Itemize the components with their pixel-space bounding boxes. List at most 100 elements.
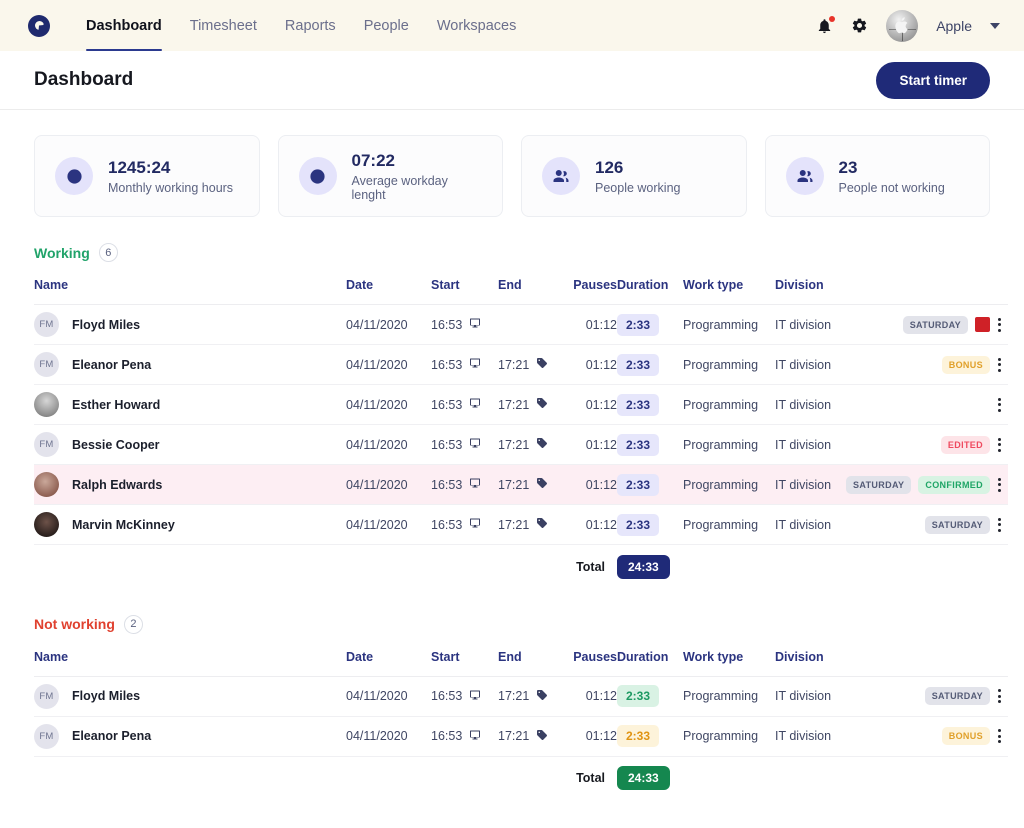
pauses-cell: 01:12 (565, 676, 617, 717)
more-options-icon[interactable] (990, 477, 1008, 492)
chevron-down-icon[interactable] (990, 22, 1000, 29)
nav-link-raports[interactable]: Raports (285, 0, 336, 51)
nav-link-people[interactable]: People (364, 0, 409, 51)
table-row[interactable]: FM Floyd Miles 04/11/2020 16:53 01:12 2:33 Pro… (34, 304, 1008, 345)
start-time: 16:53 (431, 397, 463, 412)
stat-card: 1245:24 Monthly working hours (34, 135, 260, 217)
nav-link-timesheet[interactable]: Timesheet (190, 0, 257, 51)
table-row[interactable]: Marvin McKinney 04/11/2020 16:53 17:21 01:12… (34, 504, 1008, 545)
section-count-badge: 6 (98, 243, 118, 262)
work-type-cell: Programming (683, 424, 775, 465)
row-menu-cell[interactable] (990, 464, 1008, 505)
start-timer-button[interactable]: Start timer (876, 61, 990, 99)
status-badge: EDITED (940, 435, 990, 454)
tags-cell: BONUS (885, 344, 990, 385)
end-cell: 17:21 (498, 464, 565, 505)
more-options-icon[interactable] (990, 317, 1008, 332)
row-menu-cell[interactable] (990, 424, 1008, 465)
more-options-icon[interactable] (990, 437, 1008, 452)
column-header-work-type: Work type (683, 262, 775, 305)
start-cell: 16:53 (431, 464, 498, 505)
tags-cell: EDITED (885, 424, 990, 465)
more-options-icon[interactable] (990, 397, 1008, 412)
notification-bell-icon[interactable] (816, 15, 836, 35)
table-row[interactable]: Ralph Edwards 04/11/2020 16:53 17:21 01:12 2:… (34, 464, 1008, 505)
duration-cell: 2:33 (617, 344, 683, 385)
nav-right-actions: Apple (816, 9, 1000, 42)
avatar: FM (34, 312, 59, 337)
more-options-icon[interactable] (990, 357, 1008, 372)
status-badge: CONFIRMED (918, 475, 990, 494)
tag-icon (536, 477, 548, 492)
date-cell: 04/11/2020 (346, 304, 431, 345)
table-row[interactable]: FM Eleanor Pena 04/11/2020 16:53 17:21 01:12 2… (34, 716, 1008, 757)
column-header-name: Name (34, 633, 346, 677)
column-header-name: Name (34, 262, 346, 305)
duration-pill: 2:33 (617, 433, 660, 456)
more-options-icon[interactable] (990, 729, 1008, 743)
avatar-initials: FM (39, 690, 54, 702)
name-cell: Ralph Edwards (34, 464, 346, 505)
tag-icon (536, 689, 548, 704)
avatar-initials: FM (39, 730, 54, 742)
nav-link-dashboard[interactable]: Dashboard (86, 0, 162, 51)
stat-card-label: Monthly working hours (108, 181, 234, 196)
stat-card-label: Average workday lenght (351, 174, 448, 203)
tag-icon (536, 437, 548, 452)
table-row[interactable]: Esther Howard 04/11/2020 16:53 17:21 01:12 2:… (34, 384, 1008, 425)
row-menu-cell[interactable] (990, 676, 1008, 717)
settings-gear-icon[interactable] (851, 17, 868, 34)
work-type-cell: Programming (683, 384, 775, 425)
row-menu-cell[interactable] (990, 504, 1008, 545)
avatar-initials: FM (39, 359, 54, 370)
table-row[interactable]: FM Bessie Cooper 04/11/2020 16:53 17:21 01:12… (34, 424, 1008, 465)
timesheet-table: Name Date Start End Pauses Duration Work type D… (34, 262, 1008, 589)
column-header-duration: Duration (617, 633, 683, 677)
start-time: 16:53 (431, 729, 463, 743)
date-cell: 04/11/2020 (346, 384, 431, 425)
row-menu-cell[interactable] (990, 344, 1008, 385)
total-value: 24:33 (617, 766, 670, 791)
work-type-cell: Programming (683, 344, 775, 385)
avatar (34, 472, 59, 497)
column-header-menu (990, 262, 1008, 305)
nav-link-workspaces[interactable]: Workspaces (437, 0, 517, 51)
total-row: Total 24:33 (34, 545, 1008, 589)
work-type-cell: Programming (683, 716, 775, 757)
section-title: Working (34, 244, 90, 261)
clock-icon (55, 157, 93, 195)
row-menu-cell[interactable] (990, 716, 1008, 757)
monitor-icon (469, 689, 481, 704)
start-cell: 16:53 (431, 304, 498, 345)
tag-icon (536, 517, 548, 532)
end-time: 17:21 (498, 437, 530, 452)
total-value-cell: 24:33 (617, 756, 683, 800)
monitor-icon (469, 517, 481, 532)
table-row[interactable]: FM Floyd Miles 04/11/2020 16:53 17:21 01:12 2:… (34, 676, 1008, 717)
work-type-cell: Programming (683, 676, 775, 717)
date-cell: 04/11/2020 (346, 464, 431, 505)
duration-pill: 2:33 (617, 685, 660, 707)
row-menu-cell[interactable] (990, 384, 1008, 425)
clock-logo-icon[interactable] (28, 14, 50, 37)
more-options-icon[interactable] (990, 689, 1008, 703)
stat-card-value: 126 (595, 157, 624, 177)
stat-card-label: People not working (838, 181, 945, 196)
row-menu-cell[interactable] (990, 304, 1008, 345)
apple-avatar-icon[interactable] (886, 9, 919, 42)
more-options-icon[interactable] (990, 517, 1008, 532)
duration-pill: 2:33 (617, 725, 660, 747)
person-name: Eleanor Pena (72, 357, 152, 372)
date-cell: 04/11/2020 (346, 676, 431, 717)
table-row[interactable]: FM Eleanor Pena 04/11/2020 16:53 17:21 01:12 2… (34, 344, 1008, 385)
duration-cell: 2:33 (617, 464, 683, 505)
division-cell: IT division (775, 676, 885, 717)
stat-card-label: People working (595, 181, 681, 196)
column-header-date: Date (346, 633, 431, 677)
duration-cell: 2:33 (617, 424, 683, 465)
column-header-tags (885, 262, 990, 305)
person-name: Floyd Miles (72, 689, 141, 703)
column-header-tags (885, 633, 990, 677)
duration-pill: 2:33 (617, 353, 660, 376)
start-time: 16:53 (431, 689, 463, 703)
